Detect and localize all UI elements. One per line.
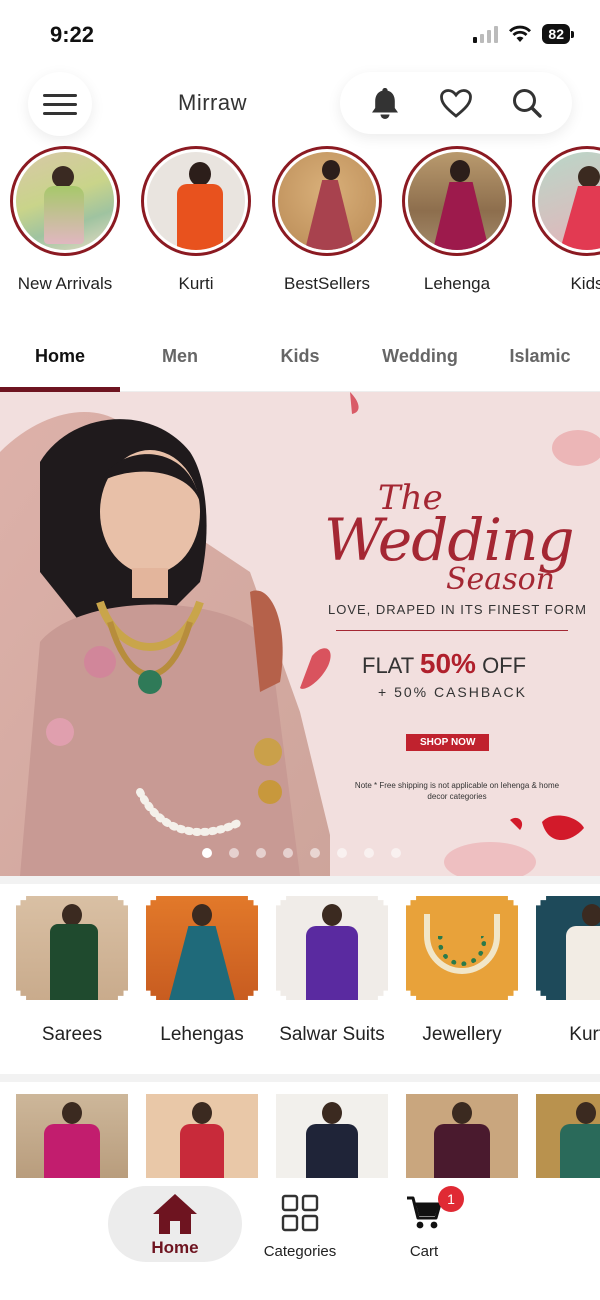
carousel-dot[interactable] (229, 848, 239, 858)
banner-title-season: Season (446, 562, 555, 597)
product-thumbnail[interactable] (146, 1094, 258, 1180)
carousel-dot[interactable] (202, 848, 212, 858)
story-label: Kurti (178, 274, 214, 293)
status-icons: 82 (473, 24, 574, 44)
wifi-icon (509, 25, 532, 42)
tab-home[interactable]: Home (0, 346, 120, 367)
battery-indicator: 82 (542, 24, 574, 44)
story-label: BestSellers (284, 274, 370, 293)
story-label: Lehenga (423, 274, 491, 293)
petal-decoration (300, 392, 600, 876)
tab-kids[interactable]: Kids (240, 346, 360, 367)
status-time: 9:22 (50, 22, 95, 47)
story-label: New Arrivals (17, 274, 113, 293)
tab-men[interactable]: Men (120, 346, 240, 367)
carousel-dot[interactable] (256, 848, 266, 858)
nav-categories[interactable]: Categories (254, 1194, 346, 1260)
home-icon (153, 1194, 197, 1234)
category-jewellery[interactable]: Jewellery (406, 896, 518, 1046)
notifications-button[interactable] (367, 85, 403, 121)
product-thumbnail[interactable] (16, 1094, 128, 1180)
tab-islamic[interactable]: Islamic (480, 346, 600, 367)
search-button[interactable] (509, 85, 545, 121)
brand-name: Mirraw (178, 90, 247, 115)
wedding-season-banner[interactable]: The Wedding Season LOVE, DRAPED IN ITS F… (0, 392, 600, 876)
section-divider (0, 1074, 600, 1082)
category-kurta[interactable]: Kurta (536, 896, 600, 1046)
app-header: Mirraw (0, 70, 600, 138)
story-new-arrivals[interactable]: New Arrivals (10, 146, 120, 294)
carousel-dots (202, 848, 401, 858)
banner-cashback: + 50% CASHBACK (378, 684, 527, 700)
status-bar: 9:22 82 (0, 0, 600, 64)
category-label: Jewellery (422, 1024, 502, 1045)
category-lehengas[interactable]: Lehengas (146, 896, 258, 1046)
tab-wedding[interactable]: Wedding (360, 346, 480, 367)
story-lehenga[interactable]: Lehenga (402, 146, 512, 294)
nav-cart[interactable]: 1 Cart (384, 1186, 464, 1260)
category-tabs: Home Men Kids Wedding Islamic (0, 322, 600, 392)
product-thumbnail[interactable] (276, 1094, 388, 1180)
category-image (406, 896, 518, 1000)
banner-tagline: LOVE, DRAPED IN ITS FINEST FORM (328, 602, 588, 617)
category-salwar-suits[interactable]: Salwar Suits (276, 896, 388, 1046)
carousel-dot[interactable] (364, 848, 374, 858)
category-image (276, 896, 388, 1000)
story-label: Kids (570, 274, 600, 293)
banner-divider (336, 630, 568, 631)
story-image (408, 152, 506, 250)
section-divider (0, 876, 600, 884)
banner-note: Note * Free shipping is not applicable o… (354, 781, 560, 801)
banner-offer: FLAT 50% OFF (362, 648, 527, 679)
nav-home[interactable]: Home (108, 1186, 242, 1262)
nav-home-label: Home (151, 1238, 199, 1257)
menu-button[interactable] (28, 72, 92, 136)
nav-categories-label: Categories (263, 1243, 337, 1260)
story-image (147, 152, 245, 250)
story-image (16, 152, 114, 250)
category-grid: Sarees Lehengas Salwar Suits Jewellery K… (0, 896, 600, 1066)
grid-icon (281, 1194, 319, 1232)
cart-count-badge: 1 (438, 1186, 464, 1212)
category-label: Salwar Suits (279, 1024, 385, 1045)
story-image (538, 152, 600, 250)
carousel-dot[interactable] (391, 848, 401, 858)
nav-cart-label: Cart (409, 1243, 439, 1260)
carousel-dot[interactable] (337, 848, 347, 858)
banner-model-image (0, 412, 330, 876)
header-actions (340, 72, 572, 134)
heart-icon (440, 89, 472, 118)
story-carousel: New Arrivals Kurti BestSellers Lehenga K… (0, 146, 600, 308)
signal-icon (473, 25, 499, 43)
product-thumbnail[interactable] (536, 1094, 600, 1180)
story-bestsellers[interactable]: BestSellers (272, 146, 382, 294)
story-kids[interactable]: Kids (532, 146, 600, 294)
story-image (278, 152, 376, 250)
category-sarees[interactable]: Sarees (16, 896, 128, 1046)
category-label: Kurta (569, 1024, 600, 1045)
category-image (536, 896, 600, 1000)
category-image (146, 896, 258, 1000)
menu-icon (43, 93, 77, 97)
product-thumbnail[interactable] (406, 1094, 518, 1180)
bottom-navigation: Home Categories 1 Cart (0, 1178, 600, 1300)
search-icon (512, 89, 542, 118)
product-strip (0, 1094, 600, 1180)
shop-now-button[interactable]: SHOP NOW (406, 734, 490, 751)
carousel-dot[interactable] (283, 848, 293, 858)
story-kurti[interactable]: Kurti (141, 146, 251, 294)
wishlist-button[interactable] (438, 85, 474, 121)
category-label: Lehengas (160, 1024, 244, 1045)
bell-icon (372, 88, 399, 119)
carousel-dot[interactable] (310, 848, 320, 858)
category-label: Sarees (41, 1024, 103, 1045)
category-image (16, 896, 128, 1000)
